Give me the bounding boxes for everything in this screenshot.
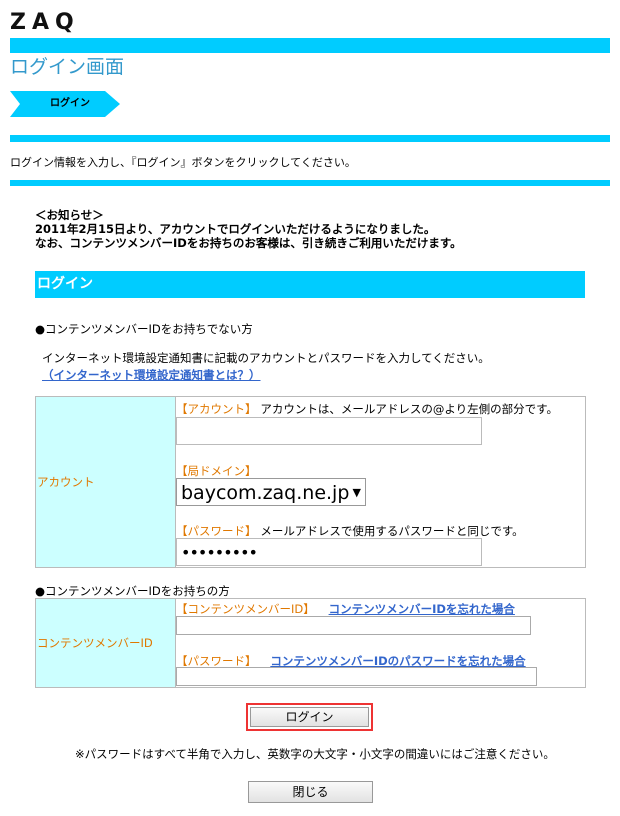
member-id-input[interactable] xyxy=(176,616,531,635)
member-row-label: コンテンツメンバーID xyxy=(35,598,176,688)
caret-down-icon: ▼ xyxy=(352,486,361,499)
notice-heading: ＜お知らせ＞ xyxy=(35,208,104,222)
member-password-label: 【パスワード】 xyxy=(176,654,257,668)
account-label: 【アカウント】 xyxy=(176,402,257,416)
member-heading: ●コンテンツメンバーIDをお持ちの方 xyxy=(35,584,230,598)
password-note: メールアドレスで使用するパスワードと同じです。 xyxy=(260,524,524,538)
page-title: ログイン画面 xyxy=(10,56,125,78)
account-description: インターネット環境設定通知書に記載のアカウントとパスワードを入力してください。 xyxy=(42,351,490,365)
member-form: コンテンツメンバーID 【コンテンツメンバーID】 コンテンツメンバーIDを忘れ… xyxy=(35,598,586,688)
login-button[interactable]: ログイン xyxy=(250,707,369,727)
domain-label: 【局ドメイン】 xyxy=(176,464,257,478)
header-bar xyxy=(10,38,610,53)
account-note: アカウントは、メールアドレスの@より左側の部分です。 xyxy=(260,402,558,416)
forgot-member-id-link[interactable]: コンテンツメンバーIDを忘れた場合 xyxy=(329,602,515,616)
login-section-title: ログイン xyxy=(35,271,585,298)
step-label: ログイン xyxy=(50,98,90,109)
divider-bar-bottom xyxy=(10,180,610,186)
account-fields-cell: 【アカウント】 アカウントは、メールアドレスの@より左側の部分です。 【局ドメイ… xyxy=(175,396,586,568)
close-button[interactable]: 閉じる xyxy=(248,781,373,803)
member-password-input[interactable] xyxy=(176,667,537,686)
domain-select[interactable]: baycom.zaq.ne.jp ▼ xyxy=(176,478,366,506)
password-footnote: ※パスワードはすべて半角で入力し、英数字の大文字・小文字の間違いにはご注意くださ… xyxy=(75,747,555,761)
notice-document-help-link[interactable]: （インターネット環境設定通知書とは？） xyxy=(42,367,261,383)
account-form: アカウント 【アカウント】 アカウントは、メールアドレスの@より左側の部分です。… xyxy=(35,396,586,568)
domain-selected-value: baycom.zaq.ne.jp xyxy=(181,482,350,504)
zaq-logo: ZAQ xyxy=(10,10,80,35)
account-row-label: アカウント xyxy=(35,396,176,568)
step-indicator: ログイン xyxy=(10,91,120,117)
notice-line: なお、コンテンツメンバーIDをお持ちのお客様は、引き続きご利用いただけます。 xyxy=(35,236,462,250)
member-fields-cell: 【コンテンツメンバーID】 コンテンツメンバーIDを忘れた場合 【パスワード】 … xyxy=(175,598,586,688)
instruction-text: ログイン情報を入力し、『ログイン』ボタンをクリックしてください。 xyxy=(10,156,356,169)
password-masked-value: ••••••••• xyxy=(181,543,258,562)
forgot-member-password-link[interactable]: コンテンツメンバーIDのパスワードを忘れた場合 xyxy=(270,654,525,668)
account-input[interactable] xyxy=(176,417,482,445)
notice: ＜お知らせ＞ 2011年2月15日より、アカウントでログインいただけるようになり… xyxy=(35,208,595,250)
password-label: 【パスワード】 xyxy=(176,524,257,538)
no-member-heading: ●コンテンツメンバーIDをお持ちでない方 xyxy=(35,322,253,336)
notice-line: 2011年2月15日より、アカウントでログインいただけるようになりました。 xyxy=(35,222,436,236)
member-id-label: 【コンテンツメンバーID】 xyxy=(176,602,315,616)
password-input[interactable]: ••••••••• xyxy=(176,538,482,566)
divider-bar-top xyxy=(10,135,610,142)
